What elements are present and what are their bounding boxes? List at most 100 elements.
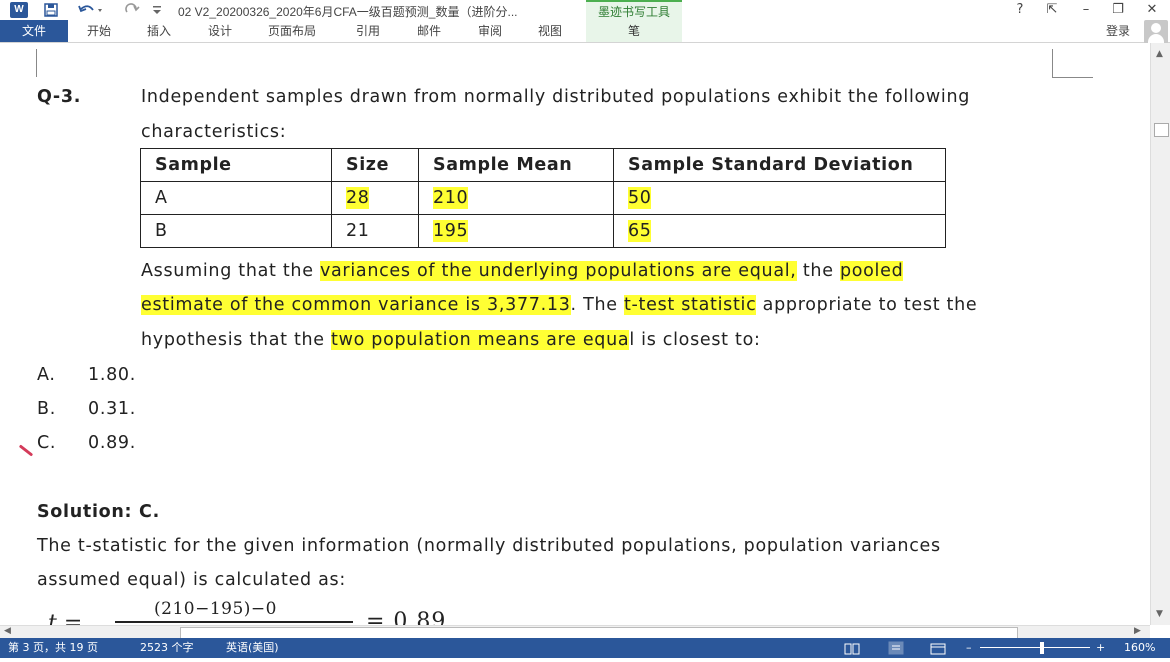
scroll-down-icon[interactable]: ▼ bbox=[1156, 609, 1163, 619]
table-header: Size bbox=[331, 148, 419, 182]
title-bar: W 02 V2_20200326_2020年6月CFA一级百题预测_数量（进阶分… bbox=[0, 0, 1170, 20]
highlighted-text: t-test statistic bbox=[623, 295, 757, 315]
save-icon[interactable] bbox=[44, 1, 58, 19]
table-header: Sample Standard Deviation bbox=[613, 148, 946, 182]
restore-button[interactable]: ❐ bbox=[1108, 2, 1128, 17]
ribbon-display-options-button[interactable]: ⇱ bbox=[1042, 2, 1062, 17]
page-count-status[interactable]: 第 3 页，共 19 页 bbox=[8, 638, 98, 658]
ink-tools-contextual-label: 墨迹书写工具 bbox=[586, 0, 682, 20]
solution-line-2: assumed equal) is calculated as: bbox=[37, 570, 346, 590]
highlighted-value: 195 bbox=[433, 220, 469, 242]
tab-review[interactable]: 审阅 bbox=[478, 20, 502, 42]
table-cell: 65 bbox=[613, 214, 946, 248]
sign-in-link[interactable]: 登录 bbox=[1106, 20, 1130, 42]
document-title: 02 V2_20200326_2020年6月CFA一级百题预测_数量（进阶分..… bbox=[178, 5, 518, 19]
close-button[interactable]: ✕ bbox=[1142, 2, 1162, 17]
undo-icon[interactable] bbox=[78, 1, 104, 19]
document-canvas[interactable]: Q-3. Independent samples drawn from norm… bbox=[0, 43, 1150, 625]
highlighted-value: 65 bbox=[628, 220, 652, 242]
tab-design[interactable]: 设计 bbox=[208, 20, 232, 42]
ink-stroke bbox=[18, 444, 34, 457]
ribbon-tab-bar: 文件 开始 插入 设计 页面布局 引用 邮件 审阅 视图 笔 登录 bbox=[0, 20, 1170, 44]
vertical-scroll-thumb[interactable] bbox=[1154, 123, 1169, 137]
scroll-left-icon[interactable]: ◀ bbox=[4, 626, 11, 636]
table-cell: 21 bbox=[331, 214, 419, 248]
text-span: Assuming that the bbox=[141, 261, 320, 281]
table-cell: 210 bbox=[418, 181, 614, 215]
paragraph-line-2: estimate of the common variance is 3,377… bbox=[141, 295, 977, 315]
vertical-scrollbar[interactable]: ▲ ▼ bbox=[1150, 43, 1170, 625]
status-bar: 第 3 页，共 19 页 2523 个字 英语(美国) – + 160% bbox=[0, 638, 1170, 658]
table-cell: B bbox=[140, 214, 332, 248]
avatar[interactable] bbox=[1144, 20, 1168, 44]
help-button[interactable]: ? bbox=[1010, 2, 1030, 17]
word-count-status[interactable]: 2523 个字 bbox=[140, 638, 194, 658]
text-span: . The bbox=[570, 295, 624, 315]
zoom-level[interactable]: 160% bbox=[1124, 638, 1155, 658]
sample-table: Sample Size Sample Mean Sample Standard … bbox=[140, 148, 946, 248]
equation-lhs: t = bbox=[48, 611, 83, 625]
table-row: A 28 210 50 bbox=[140, 181, 946, 215]
equation-result: = 0.89 bbox=[366, 609, 447, 625]
horizontal-scrollbar[interactable]: ◀ ▶ bbox=[0, 625, 1150, 639]
table-cell: A bbox=[140, 181, 332, 215]
read-mode-icon[interactable] bbox=[844, 642, 860, 662]
text-span: appropriate to test the bbox=[756, 295, 978, 315]
option-b-value: 0.31. bbox=[88, 399, 137, 419]
option-b-letter: B. bbox=[37, 399, 56, 419]
zoom-slider[interactable] bbox=[980, 647, 1090, 648]
fraction-bar bbox=[115, 621, 353, 623]
zoom-in-icon[interactable]: + bbox=[1096, 638, 1105, 658]
highlighted-text: estimate of the common variance is 3,377… bbox=[141, 295, 571, 315]
text-span: hypothesis that the bbox=[141, 330, 332, 350]
solution-label: Solution: C. bbox=[37, 502, 160, 522]
tab-mailings[interactable]: 邮件 bbox=[417, 20, 441, 42]
table-cell: 28 bbox=[331, 181, 419, 215]
highlighted-text: variances of the underlying populations … bbox=[319, 261, 797, 281]
tab-home[interactable]: 开始 bbox=[87, 20, 111, 42]
highlighted-value: 50 bbox=[628, 187, 652, 209]
print-layout-icon[interactable] bbox=[888, 641, 904, 662]
tab-references[interactable]: 引用 bbox=[356, 20, 380, 42]
tab-view[interactable]: 视图 bbox=[538, 20, 562, 42]
scroll-right-icon[interactable]: ▶ bbox=[1134, 626, 1141, 636]
tab-page-layout[interactable]: 页面布局 bbox=[268, 20, 316, 42]
highlighted-value: 210 bbox=[433, 187, 469, 209]
option-c-value: 0.89. bbox=[88, 433, 137, 453]
option-a-value: 1.80. bbox=[88, 365, 137, 385]
margin-corner-right bbox=[1052, 49, 1093, 78]
table-row: B 21 195 65 bbox=[140, 214, 946, 248]
option-c-letter: C. bbox=[37, 433, 57, 453]
minimize-button[interactable]: – bbox=[1076, 2, 1096, 17]
word-app-icon[interactable]: W bbox=[10, 2, 28, 18]
language-status[interactable]: 英语(美国) bbox=[226, 638, 279, 658]
table-header: Sample bbox=[140, 148, 332, 182]
equation-numerator: (210−195)−0 bbox=[154, 599, 277, 619]
highlighted-value: 28 bbox=[346, 187, 370, 209]
paragraph-line-1: Assuming that the variances of the under… bbox=[141, 261, 904, 281]
zoom-slider-thumb[interactable] bbox=[1040, 642, 1044, 654]
table-cell: 195 bbox=[418, 214, 614, 248]
question-line-2: characteristics: bbox=[141, 122, 287, 142]
scroll-up-icon[interactable]: ▲ bbox=[1156, 49, 1163, 59]
text-span: l is closest to: bbox=[629, 330, 761, 350]
tab-insert[interactable]: 插入 bbox=[147, 20, 171, 42]
tab-file[interactable]: 文件 bbox=[0, 20, 68, 42]
question-label: Q-3. bbox=[37, 87, 82, 107]
table-header: Sample Mean bbox=[418, 148, 614, 182]
tab-pen[interactable]: 笔 bbox=[586, 20, 682, 42]
solution-line-1: The t-statistic for the given informatio… bbox=[37, 536, 941, 556]
zoom-out-icon[interactable]: – bbox=[966, 638, 972, 658]
customize-qat-icon[interactable] bbox=[152, 1, 162, 19]
option-a-letter: A. bbox=[37, 365, 56, 385]
margin-corner-left bbox=[36, 49, 37, 77]
question-line-1: Independent samples drawn from normally … bbox=[141, 87, 971, 107]
redo-icon[interactable] bbox=[124, 1, 140, 19]
paragraph-line-3: hypothesis that the two population means… bbox=[141, 330, 761, 350]
web-layout-icon[interactable] bbox=[930, 642, 946, 662]
text-span: the bbox=[796, 261, 840, 281]
highlighted-text: pooled bbox=[839, 261, 904, 281]
table-header-row: Sample Size Sample Mean Sample Standard … bbox=[140, 148, 946, 182]
highlighted-text: two population means are equa bbox=[331, 330, 630, 350]
table-cell: 50 bbox=[613, 181, 946, 215]
